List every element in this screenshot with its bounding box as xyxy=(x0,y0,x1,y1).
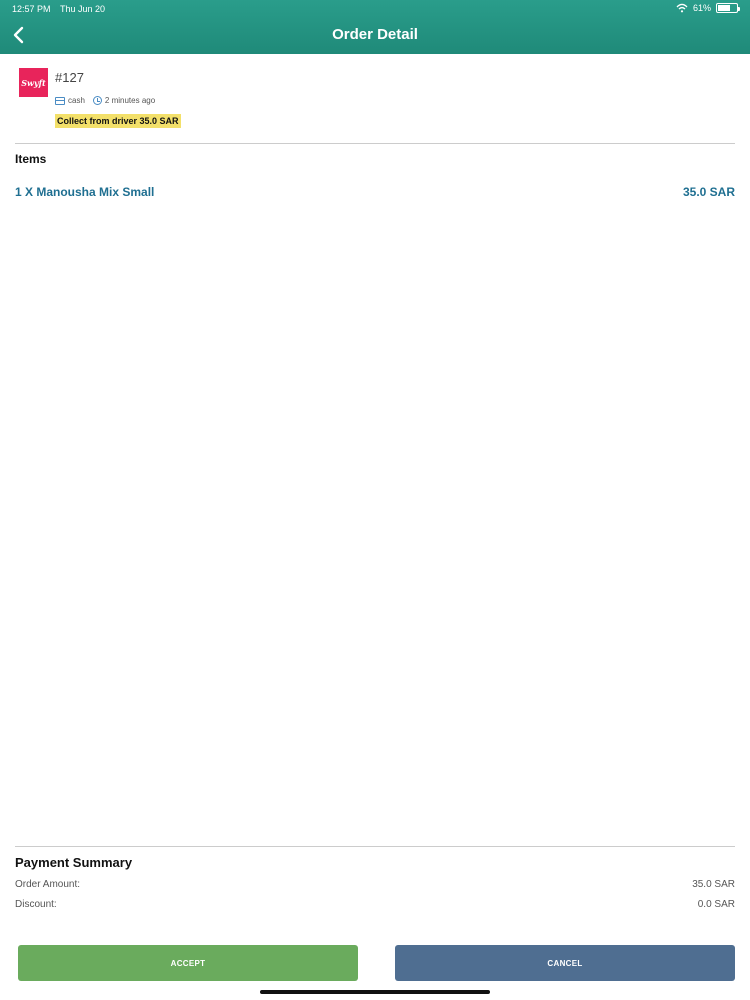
battery-percent: 61% xyxy=(692,3,711,13)
status-time: 12:57 PM xyxy=(12,4,51,14)
home-indicator xyxy=(260,990,490,994)
divider xyxy=(15,846,735,847)
list-item[interactable]: 1 X Manousha Mix Small 35.0 SAR xyxy=(15,185,735,199)
status-indicators: 61% xyxy=(676,3,740,13)
page-title: Order Detail xyxy=(332,26,418,43)
status-date: Thu Jun 20 xyxy=(60,4,106,14)
credit-card-icon xyxy=(55,96,65,105)
accept-button[interactable]: ACCEPT xyxy=(18,945,358,981)
order-number: #127 xyxy=(55,70,84,85)
order-amount-row: Order Amount: 35.0 SAR xyxy=(15,879,735,890)
discount-label: Discount: xyxy=(15,899,57,910)
order-meta: cash 2 minutes ago xyxy=(55,96,155,105)
collect-note-badge: Collect from driver 35.0 SAR xyxy=(55,114,181,128)
payment-summary-heading: Payment Summary xyxy=(15,855,133,870)
item-price: 35.0 SAR xyxy=(682,185,735,199)
battery-icon xyxy=(716,3,740,13)
order-time-ago: 2 minutes ago xyxy=(104,96,156,105)
swyft-logo: Swyft xyxy=(19,68,48,97)
order-amount-value: 35.0 SAR xyxy=(692,879,735,890)
cancel-button[interactable]: CANCEL xyxy=(395,945,735,981)
discount-row: Discount: 0.0 SAR xyxy=(15,899,735,910)
divider xyxy=(15,143,735,144)
wifi-icon xyxy=(676,3,688,13)
discount-value: 0.0 SAR xyxy=(697,899,735,910)
top-bar: 12:57 PM Thu Jun 20 61% Order Detail xyxy=(0,0,750,54)
items-heading: Items xyxy=(15,152,47,166)
clock-icon xyxy=(92,96,102,105)
item-name: 1 X Manousha Mix Small xyxy=(15,185,155,199)
order-amount-label: Order Amount: xyxy=(15,879,81,890)
payment-method: cash xyxy=(68,96,85,105)
